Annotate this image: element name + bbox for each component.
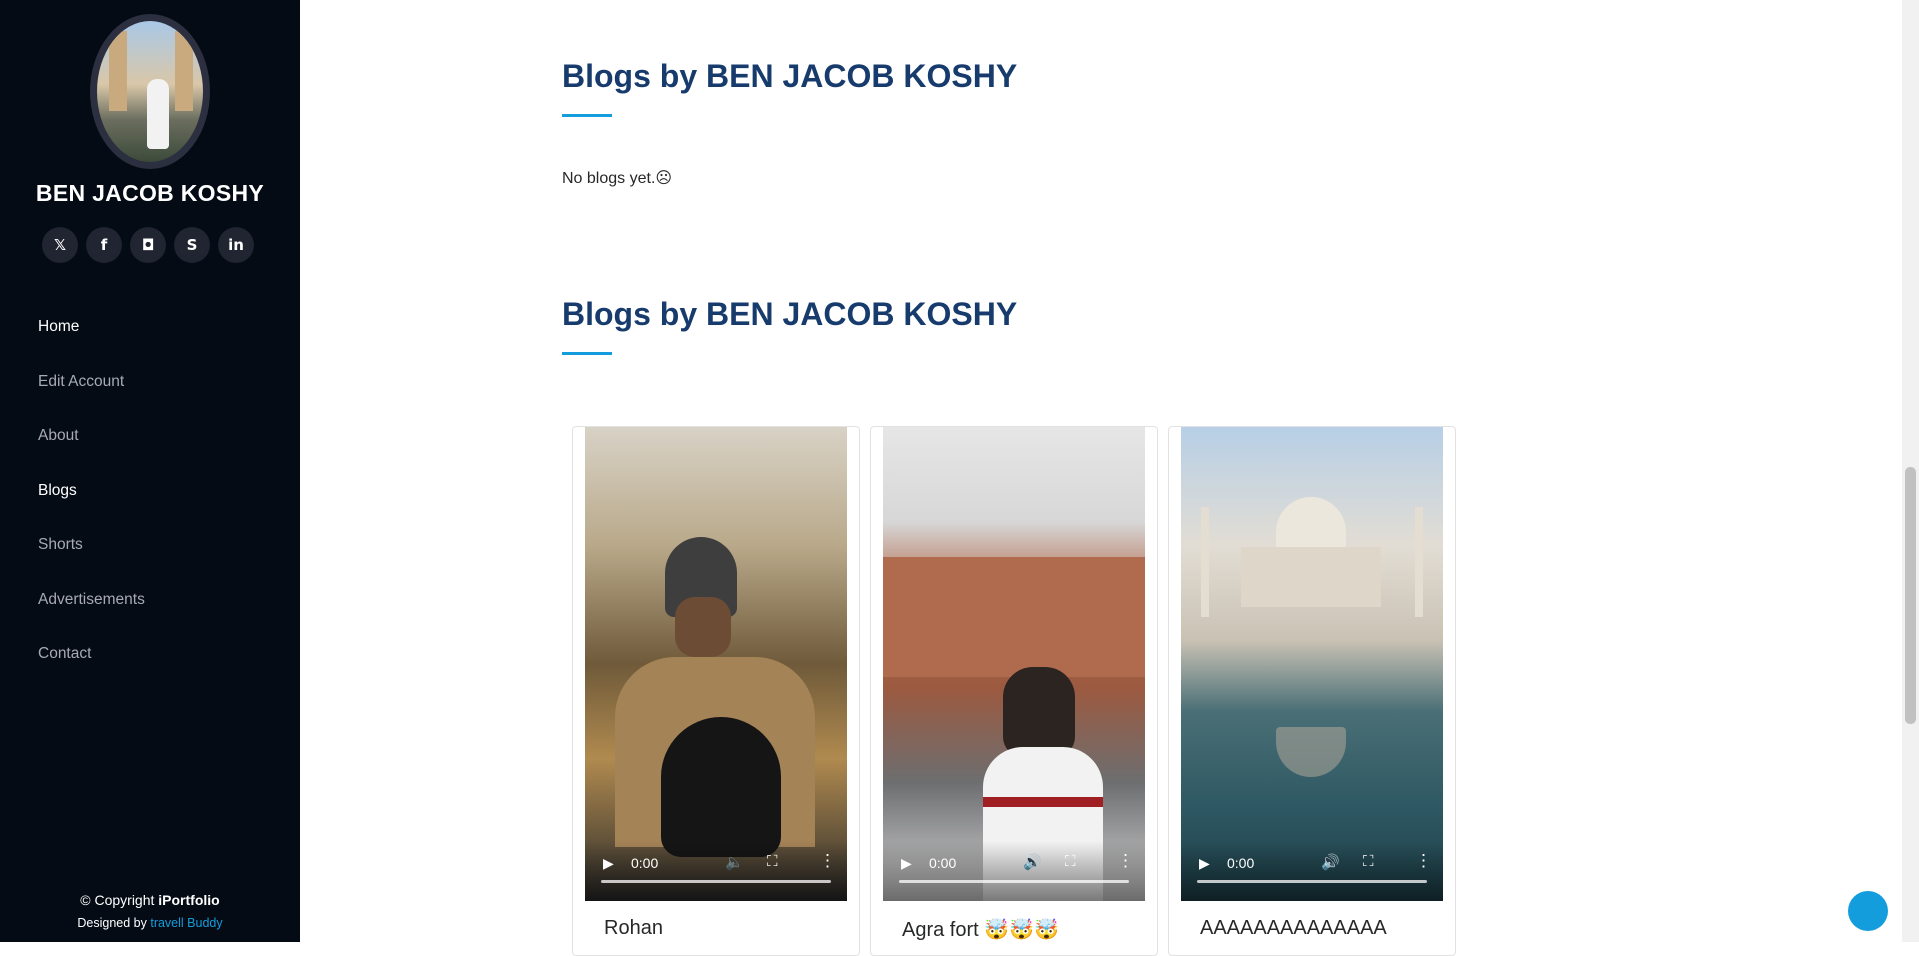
linkedin-icon[interactable]: in (218, 227, 254, 263)
video-time: 0:00 (929, 855, 957, 871)
instagram-icon[interactable]: ◘ (130, 227, 166, 263)
skype-icon[interactable]: S (174, 227, 210, 263)
nav-menu: Home Edit Account About Blogs Shorts Adv… (38, 300, 145, 682)
nav-item-blogs[interactable]: Blogs (38, 464, 145, 519)
video-controls: ▶ 0:00 🔈 ⛶ ⋮ (585, 841, 847, 901)
nav-label: About (38, 427, 79, 445)
x-icon[interactable]: 𝕏 (42, 227, 78, 263)
progress-track[interactable] (899, 880, 1129, 883)
nav-item-shorts[interactable]: Shorts (38, 518, 145, 573)
video-controls: ▶ 0:00 🔊 ⛶ ⋮ (1181, 841, 1443, 901)
nav-item-about[interactable]: About (38, 409, 145, 464)
volume-icon[interactable]: 🔈 (725, 853, 744, 871)
fullscreen-icon[interactable]: ⛶ (1363, 853, 1374, 870)
profile-avatar[interactable] (90, 14, 210, 169)
copyright: © Copyright iPortfolio (0, 892, 300, 908)
scrollbar-thumb[interactable] (1905, 467, 1916, 724)
section-title-blogs: Blogs by BEN JACOB KOSHY (562, 58, 1018, 94)
video-card[interactable]: ▶ 0:00 🔊 ⛶ ⋮ AAAAAAAAAAAAAA (1168, 426, 1456, 956)
nav-label: Contact (38, 645, 92, 663)
video-card[interactable]: ▶ 0:00 🔊 ⛶ ⋮ Agra fort 🤯🤯🤯 (870, 426, 1158, 956)
nav-item-contact[interactable]: Contact (38, 627, 145, 682)
title-underline (562, 352, 612, 355)
progress-track[interactable] (601, 880, 831, 883)
credit: Designed by travell Buddy (0, 916, 300, 930)
fullscreen-icon[interactable]: ⛶ (767, 853, 778, 870)
nav-item-edit-account[interactable]: Edit Account (38, 355, 145, 410)
back-to-top-button[interactable] (1848, 891, 1888, 931)
video-time: 0:00 (631, 855, 659, 871)
empty-blogs-text: No blogs yet.☹ (562, 170, 673, 187)
video-controls: ▶ 0:00 🔊 ⛶ ⋮ (883, 841, 1145, 901)
card-title: Rohan (604, 917, 663, 939)
scrollbar[interactable] (1902, 0, 1919, 942)
copyright-brand: iPortfolio (158, 892, 220, 908)
video-player[interactable]: ▶ 0:00 🔈 ⛶ ⋮ (585, 427, 847, 901)
play-icon[interactable]: ▶ (603, 855, 614, 872)
profile-name[interactable]: BEN JACOB KOSHY (0, 180, 300, 207)
sidebar-footer: © Copyright iPortfolio Designed by trave… (0, 892, 300, 930)
more-options-icon[interactable]: ⋮ (1415, 851, 1432, 871)
progress-track[interactable] (1197, 880, 1427, 883)
video-player[interactable]: ▶ 0:00 🔊 ⛶ ⋮ (883, 427, 1145, 901)
more-options-icon[interactable]: ⋮ (1117, 851, 1134, 871)
more-options-icon[interactable]: ⋮ (819, 851, 836, 871)
title-underline (562, 114, 612, 117)
volume-icon[interactable]: 🔊 (1321, 853, 1340, 871)
nav-item-home[interactable]: Home (38, 300, 145, 355)
play-icon[interactable]: ▶ (1199, 855, 1210, 872)
video-player[interactable]: ▶ 0:00 🔊 ⛶ ⋮ (1181, 427, 1443, 901)
copyright-prefix: © Copyright (80, 892, 159, 908)
card-title: AAAAAAAAAAAAAA (1200, 917, 1387, 939)
nav-item-advertisements[interactable]: Advertisements (38, 573, 145, 628)
nav-label: Advertisements (38, 590, 145, 608)
sidebar: BEN JACOB KOSHY 𝕏 f ◘ S in Home Edit Acc… (0, 0, 300, 942)
video-time: 0:00 (1227, 855, 1255, 871)
credit-prefix: Designed by (77, 916, 151, 930)
facebook-icon[interactable]: f (86, 227, 122, 263)
nav-label: Home (38, 318, 80, 336)
nav-label: Shorts (38, 536, 83, 554)
social-links: 𝕏 f ◘ S in (42, 227, 254, 263)
nav-label: Blogs (38, 481, 77, 499)
section-title-shorts: Blogs by BEN JACOB KOSHY (562, 296, 1018, 332)
volume-icon[interactable]: 🔊 (1023, 853, 1042, 871)
video-card[interactable]: ▶ 0:00 🔈 ⛶ ⋮ Rohan (572, 426, 860, 956)
card-title: Agra fort 🤯🤯🤯 (902, 919, 1059, 941)
video-card-list: ▶ 0:00 🔈 ⛶ ⋮ Rohan ▶ 0:00 🔊 ⛶ ⋮ Agra for… (572, 426, 1456, 956)
fullscreen-icon[interactable]: ⛶ (1065, 853, 1076, 870)
credit-link[interactable]: travell Buddy (150, 916, 222, 930)
nav-label: Edit Account (38, 372, 125, 390)
play-icon[interactable]: ▶ (901, 855, 912, 872)
